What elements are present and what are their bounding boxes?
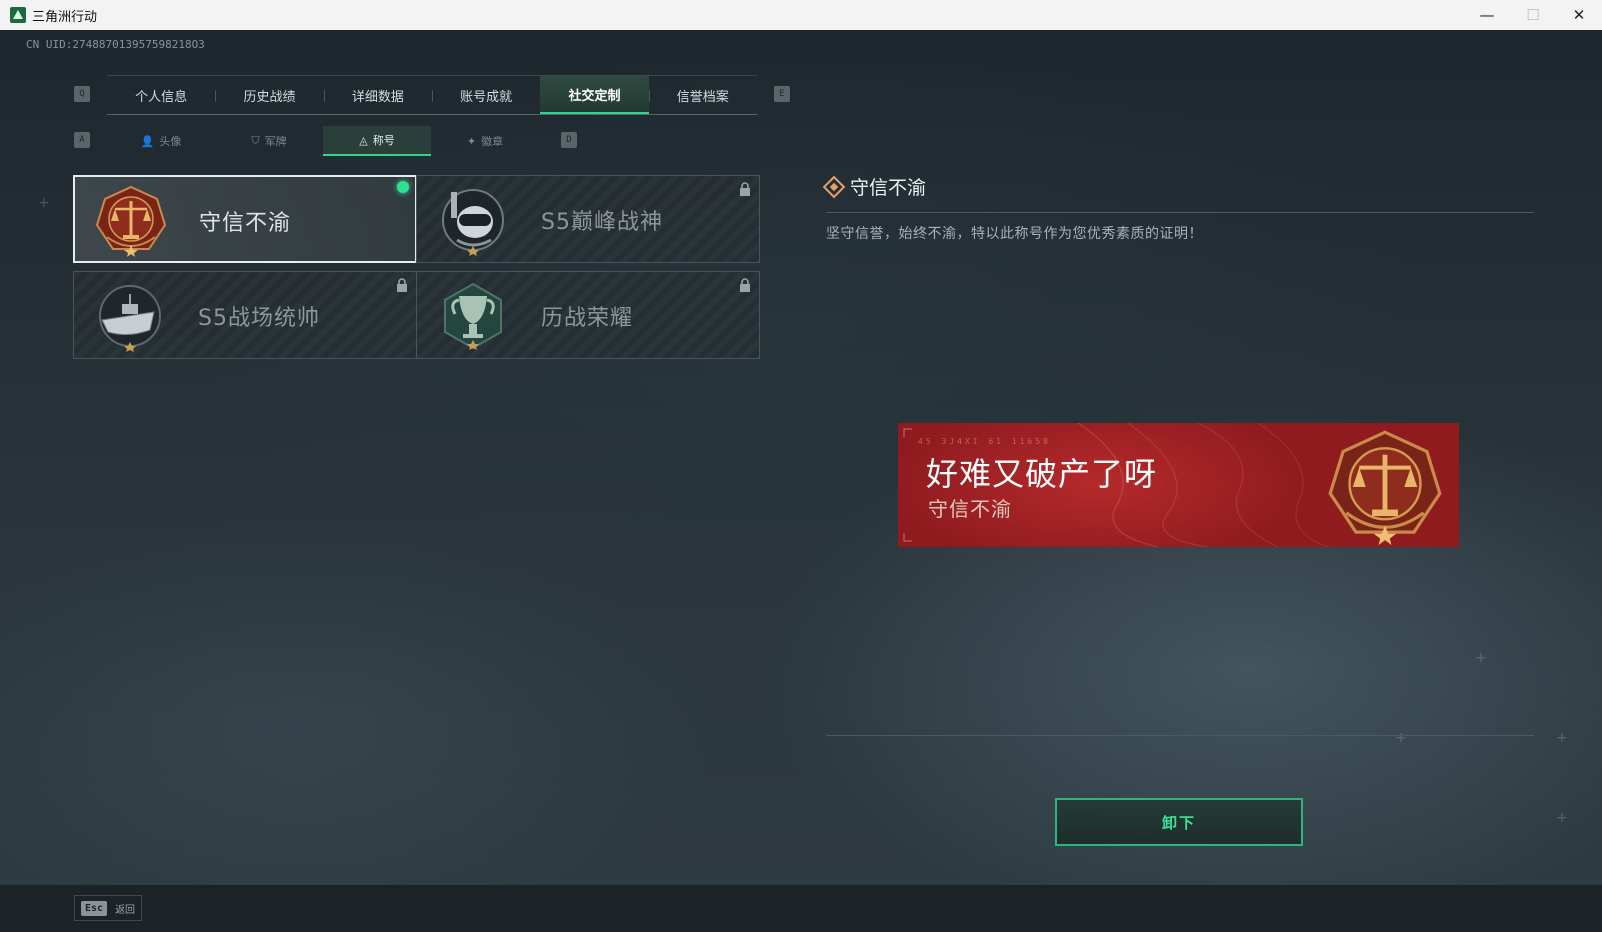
maximize-button[interactable]: ☐ — [1510, 0, 1556, 30]
back-button[interactable]: Esc 返回 — [74, 895, 143, 921]
badge-icon: ✦ — [466, 134, 477, 148]
banner-code: 45 3J4XI 61 11658 — [918, 437, 1051, 446]
tab-match-history[interactable]: 历史战绩 — [215, 76, 323, 114]
deco-cross-icon: + — [1556, 810, 1568, 826]
title-card-s5-god[interactable]: S5巅峰战神 — [416, 175, 760, 263]
close-button[interactable]: ✕ — [1556, 0, 1602, 30]
subtab-avatar[interactable]: 👤 头像 — [107, 126, 215, 156]
esc-key-hint: Esc — [81, 900, 108, 916]
scales-icon — [1328, 430, 1442, 545]
subtab-dogtag[interactable]: ⛉ 军牌 — [215, 126, 323, 156]
subtab-prev-key-hint[interactable]: A — [74, 132, 90, 148]
banner-title-text: 守信不渝 — [928, 497, 1012, 521]
deco-cross-icon: + — [1395, 730, 1407, 746]
deco-cross-icon: + — [38, 195, 50, 211]
equipped-indicator — [397, 181, 409, 193]
shield-icon: ⛉ — [251, 134, 260, 147]
lock-icon — [740, 182, 750, 196]
subtab-title[interactable]: ◬ 称号 — [323, 126, 431, 156]
detail-description: 坚守信誉，始终不渝，特以此称号作为您优秀素质的证明！ — [826, 226, 1203, 242]
tab-personal-info[interactable]: 个人信息 — [107, 76, 215, 114]
minimize-button[interactable]: — — [1464, 0, 1510, 30]
title-card-name: S5战场统帅 — [198, 306, 320, 331]
diamond-icon — [822, 175, 846, 198]
app-logo-icon — [10, 7, 26, 23]
main-tabs: 个人信息 历史战绩 详细数据 账号成就 社交定制 信誉档案 — [107, 75, 757, 115]
detail-title-text: 守信不渝 — [850, 177, 927, 199]
subtab-next-key-hint[interactable]: D — [561, 132, 577, 148]
title-card-name: S5巅峰战神 — [541, 210, 663, 235]
title-card-name: 守信不渝 — [199, 211, 292, 236]
window-controls: — ☐ ✕ — [1464, 0, 1602, 30]
footer-bar: Esc 返回 — [0, 885, 1602, 932]
title-card-battle-glory[interactable]: 历战荣耀 — [416, 271, 760, 359]
triangle-icon: ◬ — [359, 133, 368, 147]
tab-prev-key-hint[interactable]: Q — [74, 86, 90, 102]
player-uid: CN UID:274887013957598218O3 — [26, 38, 205, 51]
subtab-badge[interactable]: ✦ 徽章 — [431, 126, 539, 156]
player-nickname: 好难又破产了呀 — [926, 455, 1158, 493]
tab-social-custom[interactable]: 社交定制 — [540, 76, 649, 114]
subtab-label: 头像 — [159, 135, 182, 148]
tab-next-key-hint[interactable]: E — [774, 86, 790, 102]
subtab-label: 称号 — [372, 134, 395, 147]
title-preview-banner: 45 3J4XI 61 11658 好难又破产了呀 守信不渝 — [898, 423, 1459, 547]
unequip-button[interactable]: 卸下 — [1055, 798, 1303, 846]
tab-detailed-data[interactable]: 详细数据 — [323, 76, 432, 114]
sub-tabs: 👤 头像 ⛉ 军牌 ◬ 称号 ✦ 徽章 — [107, 126, 547, 156]
boat-icon — [99, 285, 161, 352]
scales-icon — [95, 185, 167, 257]
divider — [826, 212, 1534, 213]
detail-title: 守信不渝 — [822, 173, 927, 200]
subtab-label: 军牌 — [264, 135, 287, 148]
tab-achievements[interactable]: 账号成就 — [431, 76, 540, 114]
trophy-icon — [444, 282, 502, 350]
title-card-shouxin[interactable]: 守信不渝 — [73, 175, 417, 263]
person-icon: 👤 — [140, 134, 155, 148]
game-stage: CN UID:274887013957598218O3 + + + + + Q … — [0, 30, 1602, 885]
title-card-name: 历战荣耀 — [541, 306, 634, 331]
deco-cross-icon: + — [1556, 730, 1568, 746]
diver-skull-icon — [442, 189, 504, 256]
tab-credit-record[interactable]: 信誉档案 — [648, 76, 757, 114]
window-titlebar: 三角洲行动 — ☐ ✕ — [0, 0, 1602, 30]
back-label: 返回 — [115, 904, 136, 916]
subtab-label: 徽章 — [481, 135, 504, 148]
window-title: 三角洲行动 — [32, 9, 98, 25]
lock-icon — [740, 278, 750, 292]
title-card-s5-commander[interactable]: S5战场统帅 — [73, 271, 417, 359]
divider — [826, 735, 1534, 736]
deco-cross-icon: + — [1475, 650, 1487, 666]
lock-icon — [397, 278, 407, 292]
